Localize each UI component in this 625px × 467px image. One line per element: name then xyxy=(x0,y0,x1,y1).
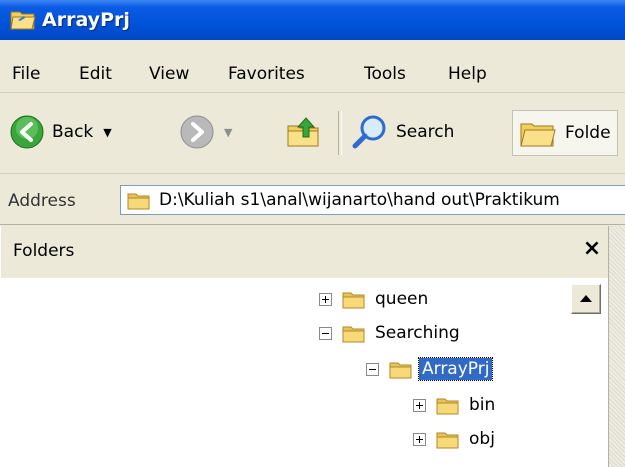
tree-item-label: bin xyxy=(469,395,496,415)
open-folder-icon xyxy=(389,359,413,379)
tree-item-label: queen xyxy=(375,289,429,309)
search-label: Search xyxy=(396,122,455,142)
address-path: D:\Kuliah s1\anal\wijanarto\hand out\Pra… xyxy=(159,190,560,210)
expand-plus-icon[interactable] xyxy=(319,292,332,306)
forward-dropdown-icon[interactable]: ▼ xyxy=(224,126,232,139)
up-folder-icon xyxy=(287,117,319,147)
tree-item-label: obj xyxy=(469,429,495,449)
folders-icon xyxy=(520,123,556,147)
search-icon xyxy=(352,115,386,149)
up-folder-button[interactable] xyxy=(286,114,322,150)
window-title: ArrayPrj xyxy=(42,9,130,31)
tree-item-label: Searching xyxy=(375,323,460,343)
folder-icon xyxy=(436,395,460,415)
menu-edit[interactable]: Edit xyxy=(79,64,112,84)
search-button[interactable]: Search xyxy=(352,114,454,150)
menu-file[interactable]: File xyxy=(12,64,40,84)
tree-item-label-selected: ArrayPrj xyxy=(417,357,494,381)
menu-favorites[interactable]: Favorites xyxy=(228,64,305,84)
title-bar[interactable]: ArrayPrj xyxy=(0,0,625,40)
standard-toolbar: Back ▼ ▼ Search Folde xyxy=(0,93,625,174)
back-label: Back xyxy=(52,122,94,142)
expand-plus-icon[interactable] xyxy=(413,432,426,446)
folder-tree: queen Searching ArrayPrj bin obj xyxy=(1,278,581,467)
folders-panel-header: Folders × xyxy=(1,226,609,279)
address-bar: Address D:\Kuliah s1\anal\wijanarto\hand… xyxy=(0,174,625,225)
collapse-minus-icon[interactable] xyxy=(366,362,379,376)
scroll-up-button[interactable] xyxy=(571,284,601,314)
forward-button[interactable]: ▼ xyxy=(180,114,232,150)
address-field[interactable]: D:\Kuliah s1\anal\wijanarto\hand out\Pra… xyxy=(120,185,625,215)
close-icon[interactable]: × xyxy=(579,236,605,262)
menu-view[interactable]: View xyxy=(149,64,189,84)
menu-help[interactable]: Help xyxy=(448,64,487,84)
folders-panel-title: Folders xyxy=(13,241,75,261)
folders-panel: Folders × queen Searching ArrayPrj bin o… xyxy=(0,226,609,467)
toolbar-separator xyxy=(338,111,342,155)
tree-item-bin[interactable]: bin xyxy=(413,390,498,420)
folders-label: Folde xyxy=(565,123,611,143)
folder-icon xyxy=(436,429,460,449)
tree-item-arrayprj[interactable]: ArrayPrj xyxy=(366,354,494,384)
tree-item-obj[interactable]: obj xyxy=(413,424,498,454)
folder-icon xyxy=(127,190,151,210)
back-dropdown-icon[interactable]: ▼ xyxy=(103,126,111,139)
folder-window-icon xyxy=(10,11,36,30)
address-label: Address xyxy=(8,191,76,211)
tree-item-queen[interactable]: queen xyxy=(319,284,431,314)
folder-icon xyxy=(342,323,366,343)
back-arrow-icon xyxy=(10,115,44,149)
expand-plus-icon[interactable] xyxy=(413,398,426,412)
tree-item-searching[interactable]: Searching xyxy=(319,318,463,348)
folder-icon xyxy=(342,289,366,309)
back-button[interactable]: Back ▼ xyxy=(10,114,112,150)
menu-tools[interactable]: Tools xyxy=(364,64,406,84)
vertical-scrollbar[interactable] xyxy=(569,278,609,467)
collapse-minus-icon[interactable] xyxy=(319,326,332,340)
forward-arrow-icon xyxy=(180,115,214,149)
menu-bar: File Edit View Favorites Tools Help xyxy=(0,40,625,93)
splitter-bar[interactable] xyxy=(608,226,625,467)
folders-button[interactable]: Folde xyxy=(512,110,618,156)
